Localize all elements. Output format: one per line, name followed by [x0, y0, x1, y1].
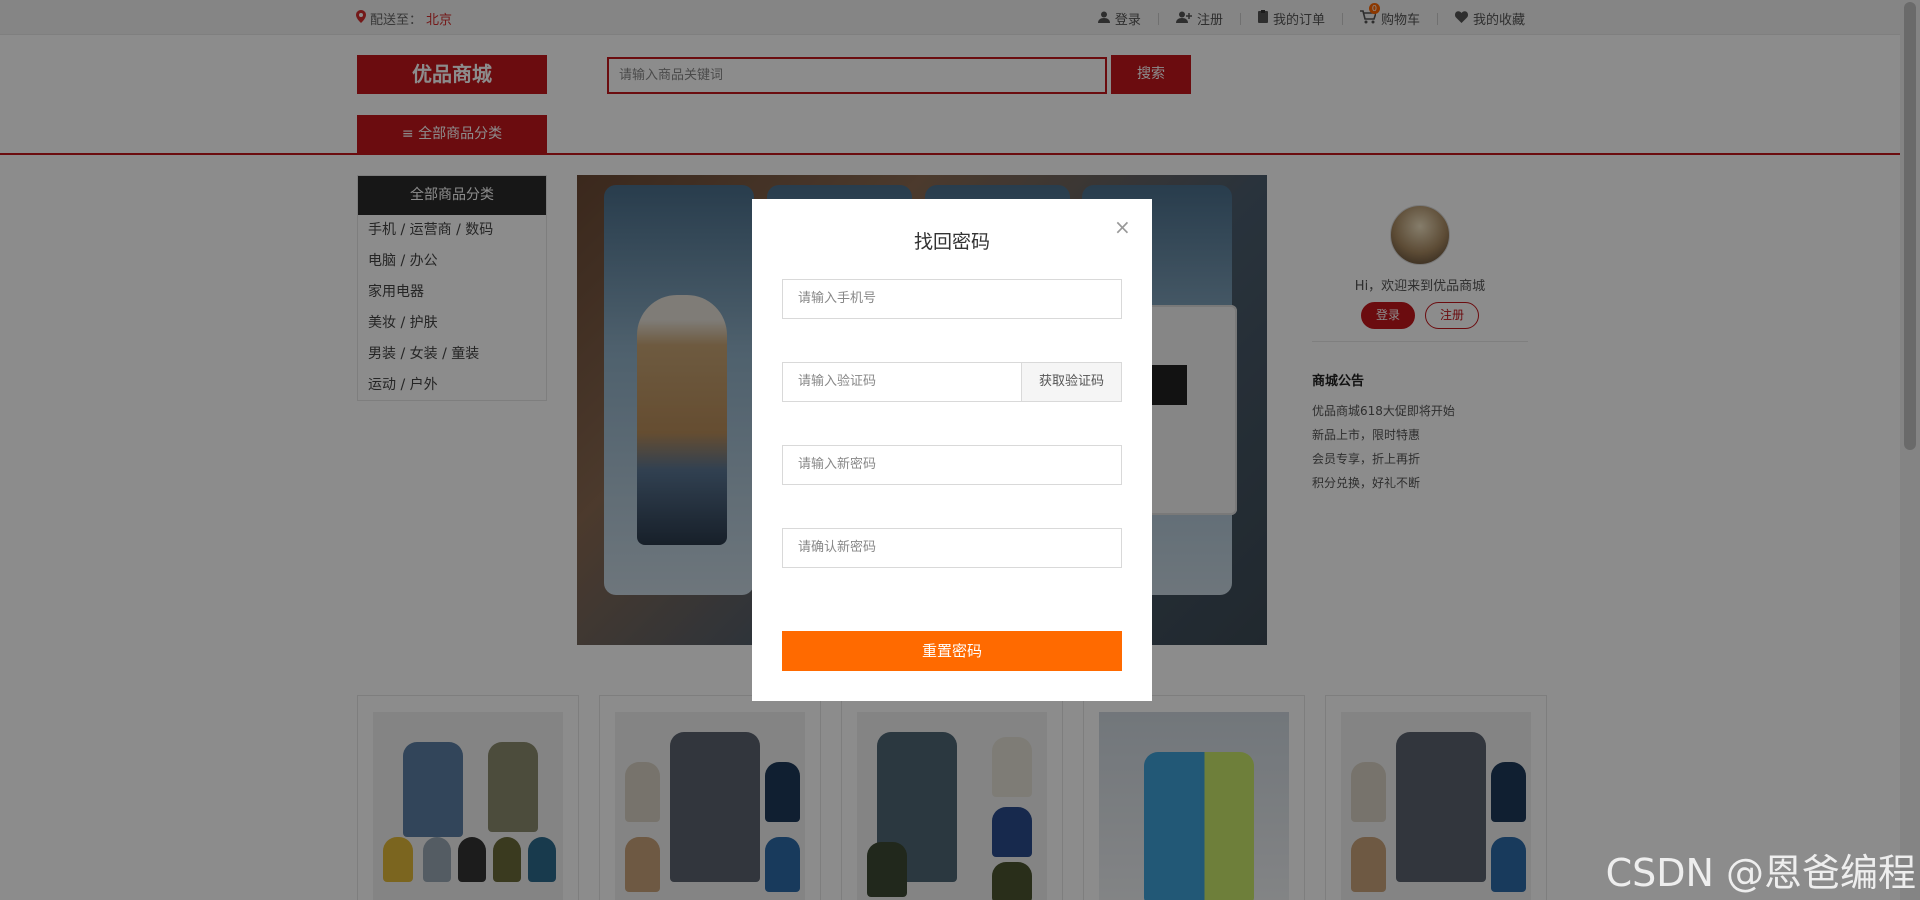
verification-code-input[interactable]: 请输入验证码	[782, 362, 1022, 402]
new-password-input[interactable]: 请输入新密码	[782, 445, 1122, 485]
watermark: CSDN @恩爸编程	[1605, 851, 1916, 895]
phone-input[interactable]: 请输入手机号	[782, 279, 1122, 319]
close-icon[interactable]: ×	[1114, 215, 1131, 239]
dialog-title: 找回密码	[913, 231, 990, 253]
forgot-password-dialog: 找回密码 × 请输入手机号 请输入验证码 获取验证码 请输入新密码 请确认新密码…	[752, 199, 1152, 701]
reset-password-button[interactable]: 重置密码	[782, 631, 1122, 671]
confirm-password-input[interactable]: 请确认新密码	[782, 528, 1122, 568]
get-code-button[interactable]: 获取验证码	[1021, 362, 1122, 402]
